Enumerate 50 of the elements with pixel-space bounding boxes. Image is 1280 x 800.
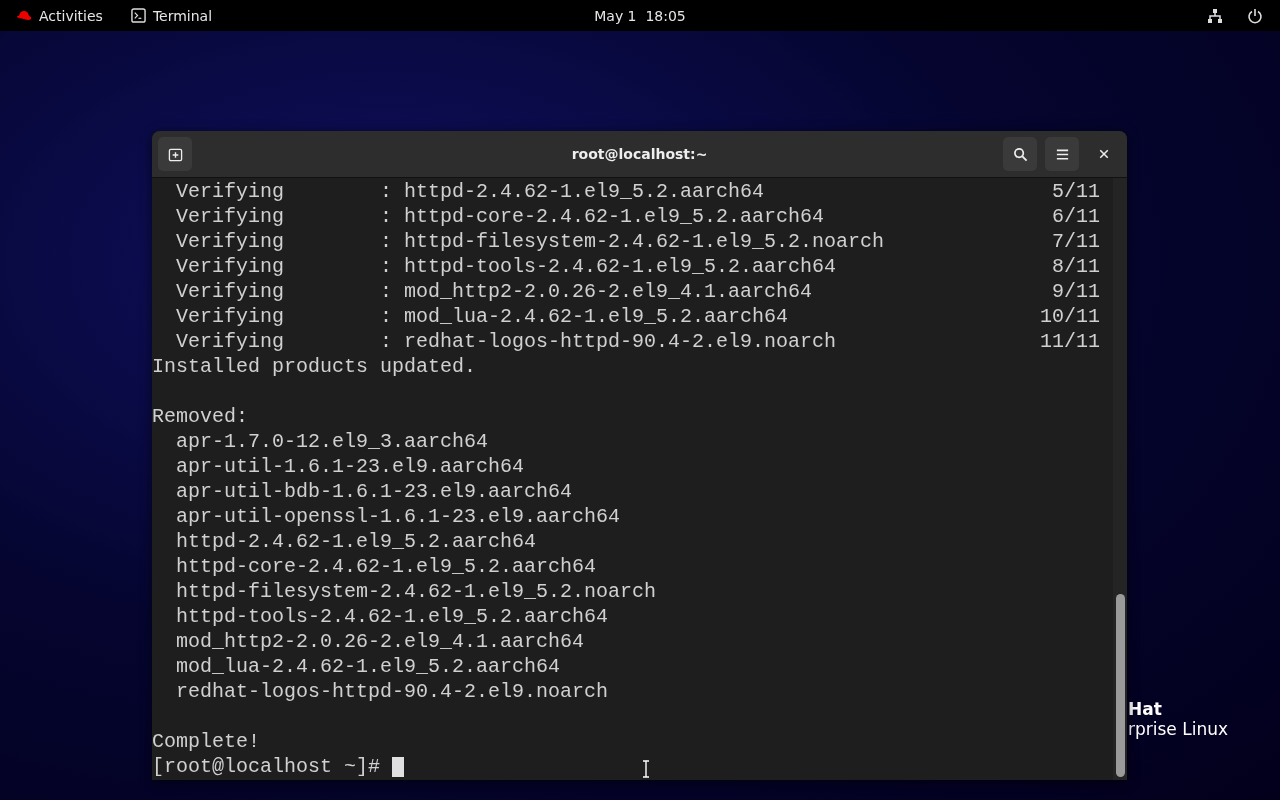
progress-count: 8/11 — [1052, 254, 1100, 279]
output-line: redhat-logos-httpd-90.4-2.el9.noarch — [175, 679, 609, 704]
output-line: Verifying : httpd-filesystem-2.4.62-1.el9_5.2.noarch — [175, 229, 885, 254]
terminal-icon — [130, 8, 146, 23]
progress-count: 7/11 — [1052, 229, 1100, 254]
progress-count: 6/11 — [1052, 204, 1100, 229]
progress-count: 10/11 — [1040, 304, 1100, 329]
output-line: Verifying : httpd-core-2.4.62-1.el9_5.2.aarch64 — [175, 204, 825, 229]
app-menu-button[interactable]: Terminal — [124, 3, 219, 28]
new-tab-button[interactable] — [158, 137, 192, 171]
output-line: Installed products updated. — [152, 354, 477, 379]
output-line: apr-util-1.6.1-23.el9.aarch64 — [175, 454, 525, 479]
output-line: apr-util-openssl-1.6.1-23.el9.aarch64 — [175, 504, 621, 529]
output-line: Verifying : redhat-logos-httpd-90.4-2.el9.noarch — [175, 329, 837, 354]
hat-icon — [16, 9, 32, 22]
activities-button[interactable]: Activities — [10, 3, 109, 28]
search-icon — [1012, 146, 1028, 162]
search-button[interactable] — [1003, 137, 1037, 171]
progress-count: 5/11 — [1052, 179, 1100, 204]
i-beam-cursor-icon — [642, 760, 650, 778]
output-line: apr-util-bdb-1.6.1-23.el9.aarch64 — [175, 479, 573, 504]
output-line: apr-1.7.0-12.el9_3.aarch64 — [175, 429, 489, 454]
network-icon[interactable] — [1207, 7, 1223, 24]
output-line: httpd-core-2.4.62-1.el9_5.2.aarch64 — [175, 554, 597, 579]
output-line: Verifying : mod_http2-2.0.26-2.el9_4.1.aarch64 — [175, 279, 813, 304]
output-line: httpd-filesystem-2.4.62-1.el9_5.2.noarch — [175, 579, 657, 604]
clock[interactable]: May 1 18:05 — [588, 6, 692, 25]
menu-icon — [1054, 146, 1070, 162]
window-title: root@localhost:~ — [571, 146, 708, 162]
output-line: Verifying : httpd-2.4.62-1.el9_5.2.aarch64 — [175, 179, 765, 204]
output-line: Complete! — [152, 729, 261, 754]
new-tab-icon — [167, 146, 183, 162]
menu-button[interactable] — [1045, 137, 1079, 171]
text-cursor — [392, 756, 405, 777]
output-line: Verifying : httpd-tools-2.4.62-1.el9_5.2.aarch64 — [175, 254, 837, 279]
output-line: mod_lua-2.4.62-1.el9_5.2.aarch64 — [175, 654, 561, 679]
progress-count: 9/11 — [1052, 279, 1100, 304]
output-line: httpd-2.4.62-1.el9_5.2.aarch64 — [175, 529, 537, 554]
logo-subtitle: rprise Linux — [1128, 719, 1229, 739]
power-icon[interactable] — [1247, 7, 1263, 24]
logo-text: Hat — [1128, 699, 1163, 719]
scrollbar-thumb[interactable] — [1116, 594, 1125, 777]
output-line: Verifying : mod_lua-2.4.62-1.el9_5.2.aarch64 — [175, 304, 789, 329]
output-line: mod_http2-2.0.26-2.el9_4.1.aarch64 — [175, 629, 585, 654]
close-icon — [1098, 148, 1110, 160]
output-line: httpd-tools-2.4.62-1.el9_5.2.aarch64 — [175, 604, 609, 629]
output-line: Removed: — [152, 404, 248, 429]
scrollbar[interactable] — [1113, 178, 1127, 780]
progress-count: 11/11 — [1040, 329, 1100, 354]
shell-prompt: [root@localhost ~]# — [152, 754, 382, 779]
